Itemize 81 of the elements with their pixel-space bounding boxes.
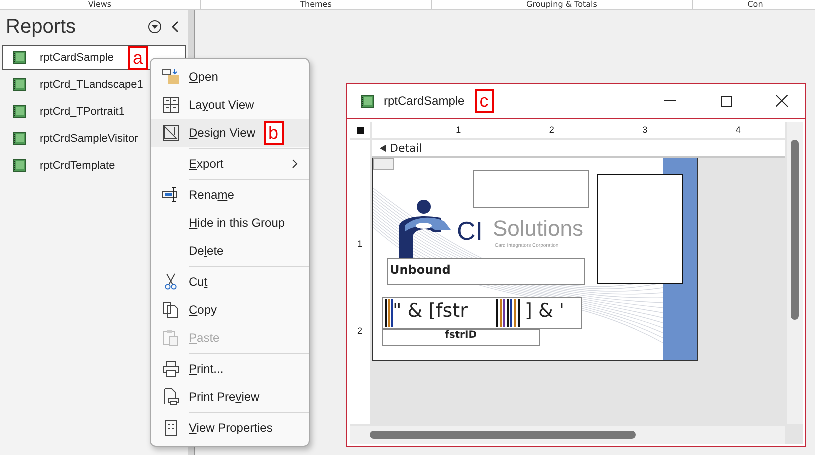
report-name: rptCrd_TLandscape1 (40, 78, 144, 90)
menu-item-label: Print... (189, 362, 224, 376)
ruler-number: 2 (357, 326, 362, 336)
menu-item-label: Cut (189, 275, 208, 289)
menu-item-label: Layout View (189, 98, 254, 112)
minimize-icon (664, 100, 676, 102)
report-name: rptCrdSampleVisitor (40, 132, 138, 144)
callout-label: a (128, 46, 148, 70)
callout-label: b (264, 121, 284, 145)
menu-item[interactable]: Cut (151, 268, 309, 296)
section-label: Detail (390, 142, 422, 154)
ribbon-group-label: Con (693, 0, 815, 9)
report-icon (13, 105, 26, 118)
clipboard-icon (162, 329, 180, 347)
barcode-icon (384, 299, 394, 327)
ruler-number: 3 (642, 125, 648, 135)
properties-icon (162, 419, 180, 437)
ruler-number: 1 (456, 125, 462, 135)
menu-item-label: Rename (189, 188, 234, 202)
menu-item-label: View Properties (189, 421, 273, 435)
triangle-ruler-icon (162, 124, 180, 142)
menu-item-label: Delete (189, 244, 224, 258)
copy-icon (162, 301, 180, 319)
menu-item[interactable]: Rename (151, 181, 309, 209)
barcode-text-box[interactable]: " & [fstr ] & ' (382, 297, 582, 329)
menu-item-label: Copy (189, 303, 218, 317)
report-name: rptCardSample (40, 52, 114, 64)
print-preview-icon (162, 388, 180, 406)
barcode-expression: " & [fstr (393, 300, 468, 322)
unbound-text-box[interactable]: Unbound (387, 258, 585, 285)
maximize-icon (720, 96, 732, 106)
ruler-number: 4 (736, 125, 741, 135)
ruler-number: 2 (549, 125, 554, 135)
menu-item[interactable]: Copy (151, 296, 309, 324)
menu-item-label: Print Preview (189, 390, 260, 404)
menu-item[interactable]: Print Preview (151, 383, 309, 411)
pane-title: Reports (6, 16, 78, 38)
barcode-expression: ] & ' (525, 300, 565, 322)
id-label-box[interactable]: fstrID (382, 329, 540, 346)
horizontal-scrollbar[interactable] (350, 426, 785, 444)
section-bar[interactable]: Detail (372, 140, 785, 158)
ribbon-group-label: Views (0, 0, 201, 9)
layout-icon (162, 96, 180, 114)
section-icon (378, 144, 387, 152)
menu-item[interactable]: Print... (151, 355, 309, 383)
logo-mark: CI (457, 216, 483, 247)
photo-frame[interactable] (597, 174, 683, 284)
chevron-right-icon (291, 159, 299, 169)
printer-icon (162, 360, 180, 378)
menu-item-label: Hide in this Group (189, 216, 286, 230)
rename-icon (162, 186, 180, 204)
menu-item[interactable]: View Properties (151, 414, 309, 442)
report-item[interactable]: rptCardSample a (2, 45, 186, 70)
menu-item[interactable]: Delete (151, 237, 309, 265)
close-icon (776, 95, 788, 107)
report-icon (13, 159, 26, 172)
report-icon (13, 132, 26, 145)
logo-icon (397, 200, 453, 258)
report-icon (361, 94, 374, 108)
menu-item-label: Export (189, 157, 224, 171)
report-icon (13, 51, 26, 64)
callout-label: c (474, 89, 494, 113)
select-report-box[interactable] (350, 122, 370, 138)
ribbon-group-label: Themes (201, 0, 432, 9)
empty-text-box[interactable] (473, 170, 589, 208)
report-icon (13, 78, 26, 91)
report-name: rptCrd_TPortrait1 (40, 106, 125, 118)
ribbon-group-label: Grouping & Totals (432, 0, 693, 9)
vertical-scrollbar[interactable] (787, 122, 803, 424)
folder-icon (162, 68, 180, 86)
logo-name: Solutions (493, 216, 584, 242)
menu-item[interactable]: Hide in this Group (151, 209, 309, 237)
menu-item[interactable]: Design View b (151, 119, 309, 147)
ruler-number: 1 (357, 238, 362, 248)
menu-item-label: Paste (189, 331, 220, 345)
menu-item-label: Design View (189, 126, 256, 140)
menu-item-label: Open (189, 70, 218, 84)
barcode-icon (496, 299, 522, 327)
report-name: rptCrdTemplate (40, 160, 116, 172)
dropdown-icon[interactable] (148, 20, 162, 34)
window-title: rptCardSample (384, 94, 465, 108)
